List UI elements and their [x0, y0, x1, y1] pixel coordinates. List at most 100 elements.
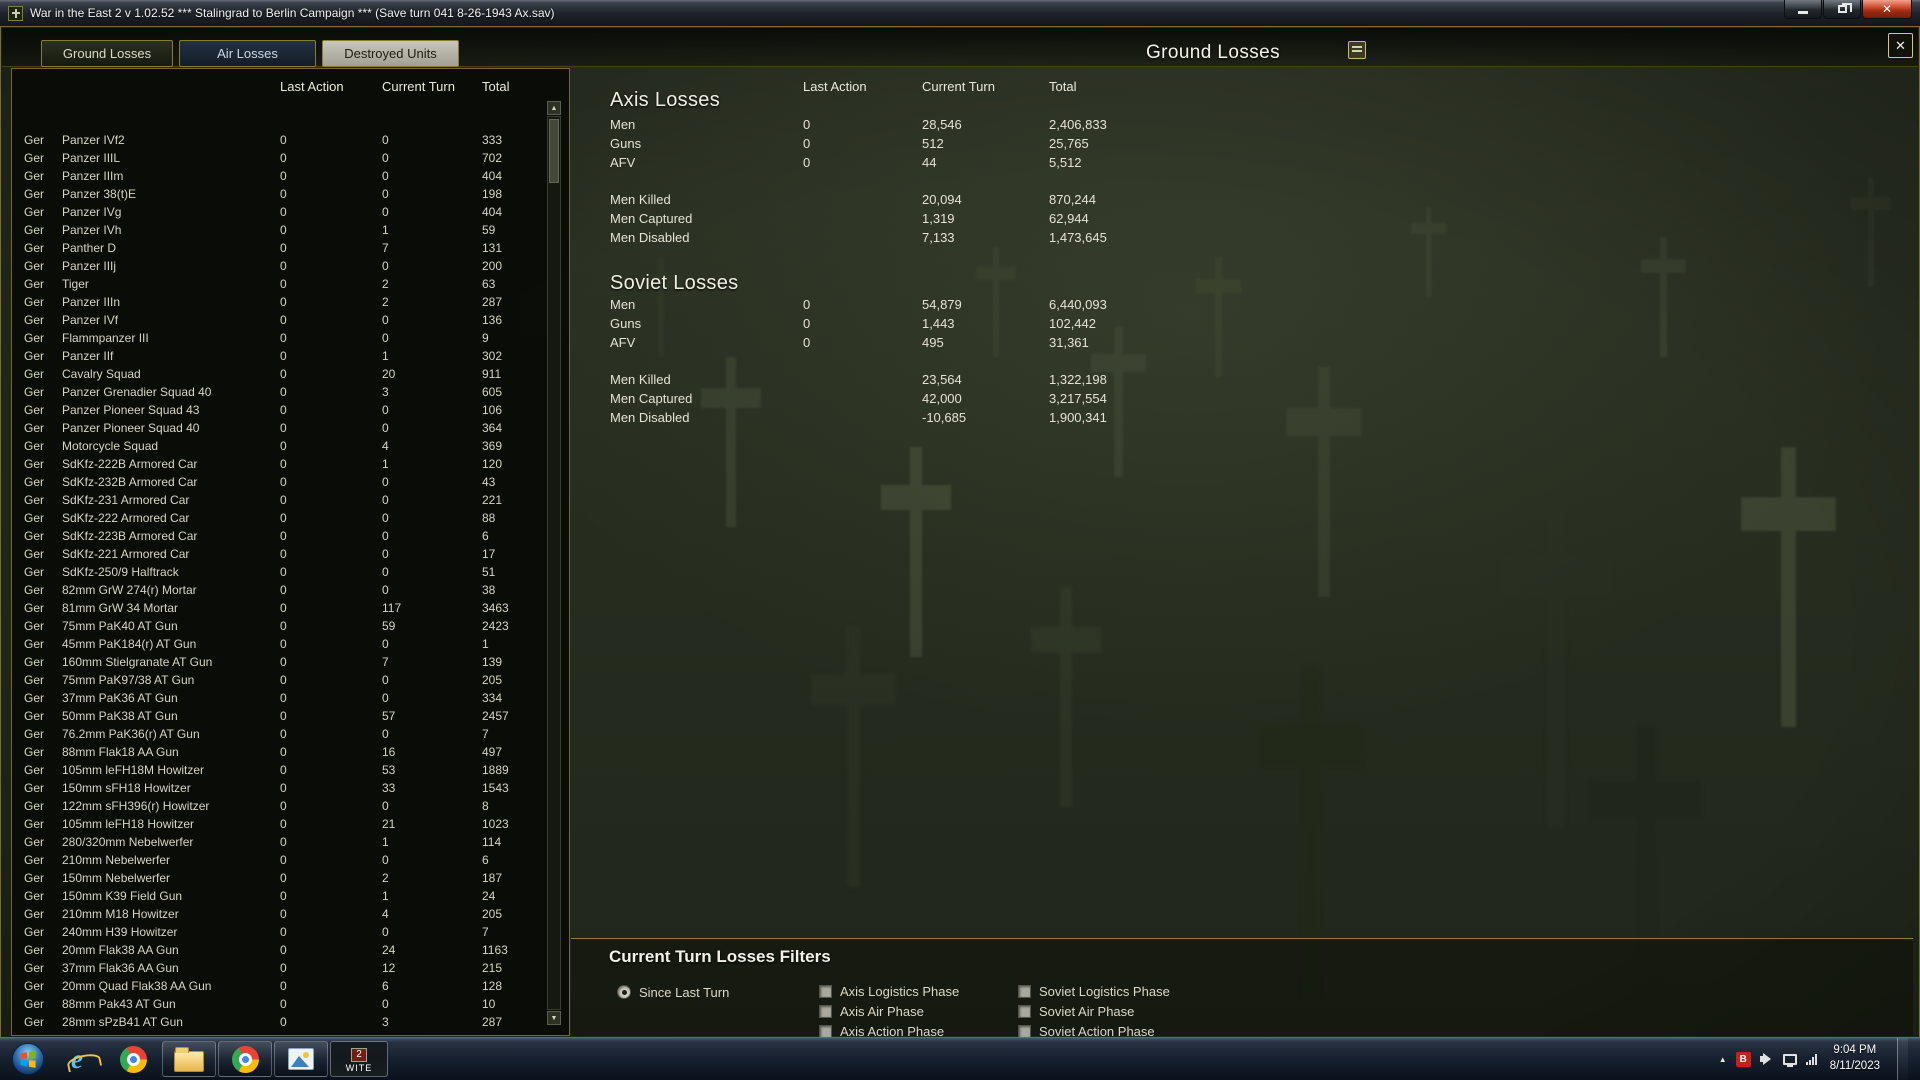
unit-row[interactable]: Ger SdKfz-232B Armored Car 0 0 43: [12, 473, 552, 491]
unit-row[interactable]: Ger 82mm GrW 274(r) Mortar 0 0 38: [12, 581, 552, 599]
unit-row[interactable]: Ger 122mm sFH396(r) Howitzer 0 0 8: [12, 797, 552, 815]
unit-row[interactable]: Ger SdKfz-223B Armored Car 0 0 6: [12, 527, 552, 545]
filter-checkbox-row[interactable]: Axis Logistics Phase: [819, 981, 959, 1001]
filter-checkbox-row[interactable]: Axis Action Phase: [819, 1021, 959, 1037]
unit-row[interactable]: Ger 20mm Flak38 AA Gun 0 24 1163: [12, 941, 552, 959]
checkbox-icon[interactable]: [819, 1004, 832, 1018]
unit-row[interactable]: Ger Panther D 0 7 131: [12, 239, 552, 257]
tray-b-icon[interactable]: B: [1735, 1051, 1751, 1067]
unit-row[interactable]: Ger SdKfz-250/9 Halftrack 0 0 51: [12, 563, 552, 581]
tab-destroyed-units[interactable]: Destroyed Units: [322, 40, 459, 67]
unit-row[interactable]: Ger SdKfz-221 Armored Car 0 0 17: [12, 545, 552, 563]
network-monitor-icon[interactable]: [1782, 1053, 1797, 1067]
unit-row[interactable]: Ger SdKfz-222 Armored Car 0 0 88: [12, 509, 552, 527]
loss-total: 5,512: [1049, 155, 1082, 170]
unit-row[interactable]: Ger 37mm PaK36 AT Gun 0 0 334: [12, 689, 552, 707]
unit-row[interactable]: Ger Panzer IIIm 0 0 404: [12, 167, 552, 185]
radio-selected-icon[interactable]: [617, 985, 631, 999]
unit-row[interactable]: Ger 45mm PaK184(r) AT Gun 0 0 1: [12, 635, 552, 653]
unit-row[interactable]: Ger 280/320mm Nebelwerfer 0 1 114: [12, 833, 552, 851]
unit-row[interactable]: Ger Panzer IIf 0 1 302: [12, 347, 552, 365]
unit-total: 88: [482, 511, 496, 525]
start-button[interactable]: [8, 1039, 48, 1079]
restore-button[interactable]: [1823, 0, 1861, 19]
tray-expand-icon[interactable]: ▲: [1719, 1055, 1727, 1064]
unit-row[interactable]: Ger Panzer Grenadier Squad 40 0 3 605: [12, 383, 552, 401]
close-screen-button[interactable]: ✕: [1888, 33, 1913, 58]
unit-row[interactable]: Ger 105mm leFH18 Howitzer 0 21 1023: [12, 815, 552, 833]
unit-row[interactable]: Ger 75mm PaK97/38 AT Gun 0 0 205: [12, 671, 552, 689]
unit-row[interactable]: Ger Panzer IVh 0 1 59: [12, 221, 552, 239]
taskbar-icon-image-viewer[interactable]: [274, 1041, 328, 1077]
unit-row[interactable]: Ger 210mm Nebelwerfer 0 0 6: [12, 851, 552, 869]
unit-row[interactable]: Ger Panzer Pioneer Squad 40 0 0 364: [12, 419, 552, 437]
loss-current-turn: 7,133: [922, 230, 955, 245]
unit-row[interactable]: Ger Motorcycle Squad 0 4 369: [12, 437, 552, 455]
taskbar-clock[interactable]: 9:04 PM 8/11/2023: [1830, 1043, 1880, 1074]
unit-row[interactable]: Ger Panzer IVg 0 0 404: [12, 203, 552, 221]
taskbar-icon-ie[interactable]: e: [50, 1041, 104, 1077]
checkbox-icon[interactable]: [819, 1024, 832, 1037]
unit-row[interactable]: Ger 88mm Pak43 AT Gun 0 0 10: [12, 995, 552, 1013]
taskbar-icon-chrome[interactable]: [106, 1041, 160, 1077]
unit-row[interactable]: Ger Panzer IIIj 0 0 200: [12, 257, 552, 275]
scrollbar-thumb[interactable]: [549, 119, 559, 183]
taskbar-icon-chrome-2[interactable]: [218, 1041, 272, 1077]
unit-row[interactable]: Ger 88mm Flak18 AA Gun 0 16 497: [12, 743, 552, 761]
taskbar-app-wite[interactable]: 2 WITE: [330, 1041, 388, 1077]
show-desktop-button[interactable]: [1897, 1038, 1908, 1080]
unit-row[interactable]: Ger 210mm M18 Howitzer 0 4 205: [12, 905, 552, 923]
scrollbar[interactable]: ▲ ▼: [547, 101, 561, 1025]
unit-last-action: 0: [280, 205, 287, 219]
unit-row[interactable]: Ger Flammpanzer III 0 0 9: [12, 329, 552, 347]
checkbox-icon[interactable]: [1018, 984, 1031, 998]
unit-row[interactable]: Ger 28mm sPzB41 AT Gun 0 3 287: [12, 1013, 552, 1031]
unit-row[interactable]: Ger 150mm sFH18 Howitzer 0 33 1543: [12, 779, 552, 797]
unit-row[interactable]: Ger Panzer IVf 0 0 136: [12, 311, 552, 329]
unit-row[interactable]: Ger SdKfz-231 Armored Car 0 0 221: [12, 491, 552, 509]
unit-row[interactable]: Ger 37mm Flak36 AA Gun 0 12 215: [12, 959, 552, 977]
unit-row[interactable]: Ger 150mm Nebelwerfer 0 2 187: [12, 869, 552, 887]
filter-checkbox-row[interactable]: Axis Air Phase: [819, 1001, 959, 1021]
checkbox-icon[interactable]: [1018, 1024, 1031, 1037]
scroll-down-button[interactable]: ▼: [547, 1011, 561, 1025]
unit-row[interactable]: Ger 240mm H39 Howitzer 0 0 7: [12, 923, 552, 941]
signal-bars-icon[interactable]: [1805, 1053, 1817, 1065]
unit-row[interactable]: Ger Panzer IVf2 0 0 333: [12, 131, 552, 149]
unit-row[interactable]: Ger 75mm PaK40 AT Gun 0 59 2423: [12, 617, 552, 635]
unit-row[interactable]: Ger Panzer Pioneer Squad 43 0 0 106: [12, 401, 552, 419]
tab-air-losses[interactable]: Air Losses: [179, 40, 316, 67]
filter-checkbox-row[interactable]: Soviet Logistics Phase: [1018, 981, 1170, 1001]
filter-checkbox-row[interactable]: Soviet Air Phase: [1018, 1001, 1170, 1021]
unit-row[interactable]: Ger 81mm GrW 34 Mortar 0 117 3463: [12, 599, 552, 617]
unit-row[interactable]: Ger Panzer IIIL 0 0 702: [12, 149, 552, 167]
unit-total: 404: [482, 169, 503, 183]
minimize-button[interactable]: [1784, 0, 1822, 19]
taskbar-icon-explorer[interactable]: [162, 1041, 216, 1077]
unit-row[interactable]: Ger Panzer 38(t)E 0 0 198: [12, 185, 552, 203]
unit-row[interactable]: Ger 160mm Stielgranate AT Gun 0 7 139: [12, 653, 552, 671]
unit-row[interactable]: Ger Panzer IIIn 0 2 287: [12, 293, 552, 311]
close-window-button[interactable]: ✕: [1862, 0, 1912, 19]
volume-icon[interactable]: [1759, 1053, 1774, 1065]
loss-label: Guns: [610, 316, 642, 331]
unit-total: 2457: [482, 709, 509, 723]
unit-row[interactable]: Ger Cavalry Squad 0 20 911: [12, 365, 552, 383]
losses-note-icon[interactable]: [1348, 41, 1366, 59]
unit-total: 369: [482, 439, 503, 453]
since-last-turn-radio-row[interactable]: Since Last Turn: [617, 982, 729, 1002]
clock-time: 9:04 PM: [1833, 1044, 1877, 1057]
unit-row[interactable]: Ger 150mm K39 Field Gun 0 1 24: [12, 887, 552, 905]
checkbox-icon[interactable]: [819, 984, 832, 998]
filter-checkbox-row[interactable]: Soviet Action Phase: [1018, 1021, 1170, 1037]
unit-row[interactable]: Ger SdKfz-222B Armored Car 0 1 120: [12, 455, 552, 473]
scroll-up-button[interactable]: ▲: [547, 101, 561, 115]
unit-row[interactable]: Ger 20mm Quad Flak38 AA Gun 0 6 128: [12, 977, 552, 995]
scrollbar-track[interactable]: [547, 116, 561, 1010]
unit-row[interactable]: Ger 105mm leFH18M Howitzer 0 53 1889: [12, 761, 552, 779]
tab-ground-losses[interactable]: Ground Losses: [41, 40, 173, 67]
unit-row[interactable]: Ger 76.2mm PaK36(r) AT Gun 0 0 7: [12, 725, 552, 743]
unit-row[interactable]: Ger Tiger 0 2 63: [12, 275, 552, 293]
unit-row[interactable]: Ger 50mm PaK38 AT Gun 0 57 2457: [12, 707, 552, 725]
checkbox-icon[interactable]: [1018, 1004, 1031, 1018]
